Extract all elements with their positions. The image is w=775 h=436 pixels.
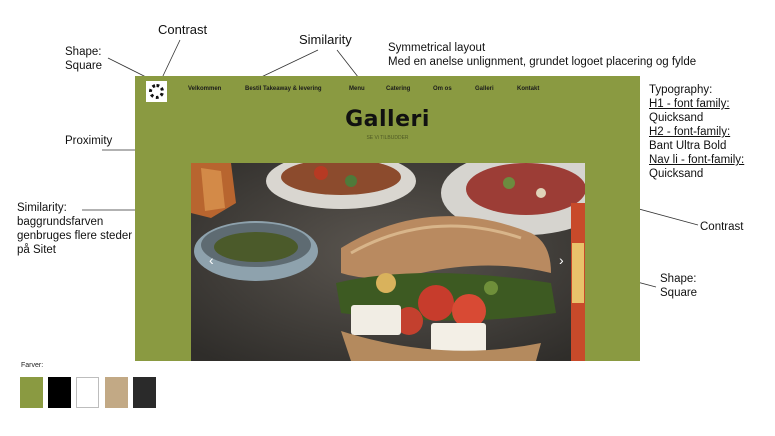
annotation-contrast-top: Contrast bbox=[158, 22, 208, 37]
nav-item-om-os[interactable]: Om os bbox=[433, 86, 452, 92]
annotation-typography-h1-label: H1 - font family: bbox=[649, 98, 730, 110]
annotation-shape-top-label: Shape: bbox=[65, 46, 102, 58]
gallery-image: ‹ › bbox=[191, 163, 585, 361]
carousel-next-arrow[interactable]: › bbox=[559, 252, 564, 268]
annotation-similarity-left-3: genbruges flere steder bbox=[17, 230, 133, 242]
annotation-shape-right-label: Shape: bbox=[660, 273, 697, 285]
carousel-prev-arrow[interactable]: ‹ bbox=[209, 252, 214, 268]
annotation-similarity-left-2: baggrundsfarven bbox=[17, 216, 104, 228]
annotation-typography-h2-value: Bant Ultra Bold bbox=[649, 140, 727, 152]
page-subtitle: SE Vi TILBUDDER bbox=[366, 135, 409, 141]
nav-item-bestil[interactable]: Bestil Takeaway & levering bbox=[245, 86, 322, 92]
nav-item-kontakt[interactable]: Kontakt bbox=[517, 86, 539, 92]
annotation-typography-h1-value: Quicksand bbox=[649, 112, 704, 124]
annotation-similarity-top: Similarity bbox=[299, 32, 352, 47]
nav-item-galleri[interactable]: Galleri bbox=[475, 86, 494, 92]
annotation-typography-h2-label: H2 - font-family: bbox=[649, 126, 731, 138]
annotation-symmetry-note: Med en anelse unlignment, grundet logoet… bbox=[388, 56, 697, 68]
annotation-shape-right-value: Square bbox=[660, 287, 698, 299]
swatch-olive bbox=[20, 377, 43, 408]
palette-label: Farver: bbox=[21, 362, 44, 369]
swatch-white bbox=[76, 377, 99, 408]
annotation-typography-nav-value: Quicksand bbox=[649, 168, 704, 180]
annotation-typography-title: Typography: bbox=[649, 84, 713, 96]
annotation-similarity-left-4: på Sitet bbox=[17, 244, 56, 256]
annotation-contrast-right: Contrast bbox=[700, 221, 744, 233]
gear-logo-icon bbox=[149, 84, 164, 99]
sandwich-photo bbox=[191, 163, 585, 361]
page-title: Galleri bbox=[345, 107, 430, 132]
nav-item-velkommen[interactable]: Velkommen bbox=[188, 86, 221, 92]
swatch-dark-gray bbox=[133, 377, 156, 408]
annotation-typography-nav-label: Nav li - font-family: bbox=[649, 154, 745, 166]
annotation-proximity: Proximity bbox=[65, 135, 113, 147]
website-mockup: Velkommen Bestil Takeaway & levering Men… bbox=[135, 76, 640, 361]
swatch-black bbox=[48, 377, 71, 408]
swatch-tan bbox=[105, 377, 128, 408]
annotation-similarity-left-1: Similarity: bbox=[17, 202, 67, 214]
annotation-shape-top-value: Square bbox=[65, 60, 103, 72]
site-logo[interactable] bbox=[146, 81, 167, 102]
nav-item-catering[interactable]: Catering bbox=[386, 86, 410, 92]
annotation-symmetry-title: Symmetrical layout bbox=[388, 42, 486, 54]
nav-item-menu[interactable]: Menu bbox=[349, 86, 365, 92]
line-contrast-top bbox=[161, 39, 181, 79]
